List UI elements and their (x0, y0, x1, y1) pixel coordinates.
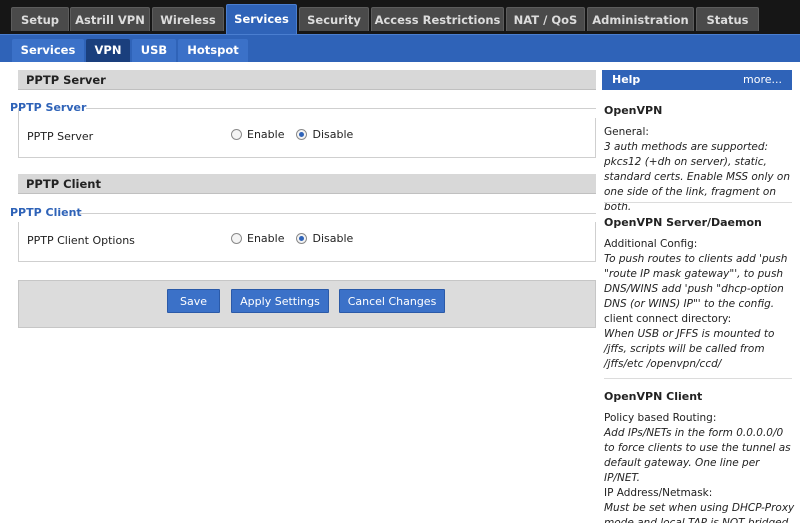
pptp-client-disable-radio[interactable] (296, 233, 308, 244)
pptp-server-enable-label: Enable (247, 128, 285, 141)
action-bar: Save Apply Settings Cancel Changes (18, 280, 596, 328)
pptp-server-disable-label: Disable (312, 128, 354, 141)
help-client-text2: Must be set when using DHCP-Proxy mode a… (604, 502, 795, 523)
help-client-label2: IP Address/Netmask: (604, 487, 713, 499)
help-divider (604, 202, 792, 203)
help-more-link[interactable]: more... (743, 70, 782, 90)
pptp-client-fieldset: PPTP Client Options Enable Disable (18, 222, 596, 262)
pptp-server-radio-group: Enable Disable (231, 128, 365, 141)
settings-area: PPTP Server PPTP Server PPTP Server Enab… (0, 62, 596, 523)
tab-services[interactable]: Services (226, 4, 297, 34)
cancel-changes-button[interactable]: Cancel Changes (339, 289, 445, 313)
help-panel: Help more... OpenVPN General: 3 auth met… (600, 62, 800, 523)
apply-settings-button[interactable]: Apply Settings (231, 289, 329, 313)
main-content: PPTP Server PPTP Server PPTP Server Enab… (0, 62, 800, 523)
tab-astrill-vpn[interactable]: Astrill VPN (70, 7, 150, 31)
subtab-services[interactable]: Services (12, 39, 84, 62)
pptp-client-enable-radio[interactable] (231, 233, 242, 244)
sub-nav: Services VPN USB Hotspot (0, 34, 800, 62)
pptp-client-enable-label: Enable (247, 232, 285, 245)
legend-divider (80, 213, 596, 214)
pptp-server-section-header: PPTP Server (18, 70, 596, 90)
help-header: Help more... (602, 70, 792, 90)
fieldset-edge (18, 108, 19, 118)
tab-nat-qos[interactable]: NAT / QoS (506, 7, 585, 31)
pptp-client-radio-group: Enable Disable (231, 232, 365, 245)
help-openvpn-label: General: (604, 126, 649, 138)
pptp-server-disable-radio[interactable] (296, 129, 308, 140)
help-server-text1: To push routes to clients add 'push "rou… (604, 253, 788, 310)
tab-security[interactable]: Security (299, 7, 369, 31)
subtab-vpn[interactable]: VPN (86, 39, 130, 62)
help-openvpn-client: OpenVPN Client Policy based Routing: Add… (604, 390, 796, 523)
pptp-server-row-label: PPTP Server (27, 130, 94, 143)
help-openvpn: OpenVPN General: 3 auth methods are supp… (604, 104, 796, 215)
tab-setup[interactable]: Setup (11, 7, 69, 31)
tab-administration[interactable]: Administration (587, 7, 694, 31)
help-server-label1: Additional Config: (604, 238, 698, 250)
tab-status[interactable]: Status (696, 7, 759, 31)
help-server-label2: client connect directory: (604, 313, 732, 325)
save-button[interactable]: Save (167, 289, 220, 313)
help-client-title: OpenVPN Client (604, 390, 703, 403)
pptp-server-enable-radio[interactable] (231, 129, 242, 140)
help-client-text1: Add IPs/NETs in the form 0.0.0.0/0 to fo… (604, 427, 791, 484)
help-title: Help (612, 73, 641, 86)
legend-divider (86, 108, 596, 109)
help-openvpn-title: OpenVPN (604, 104, 663, 117)
pptp-server-legend: PPTP Server (10, 101, 87, 114)
pptp-client-section-header: PPTP Client (18, 174, 596, 194)
pptp-client-disable-label: Disable (312, 232, 354, 245)
pptp-client-row-label: PPTP Client Options (27, 234, 135, 247)
help-client-label1: Policy based Routing: (604, 412, 717, 424)
pptp-server-fieldset: PPTP Server Enable Disable (18, 108, 596, 158)
help-divider (604, 378, 792, 379)
tab-access-restrictions[interactable]: Access Restrictions (371, 7, 504, 31)
subtab-hotspot[interactable]: Hotspot (178, 39, 248, 62)
help-openvpn-server: OpenVPN Server/Daemon Additional Config:… (604, 216, 796, 372)
help-server-text2: When USB or JFFS is mounted to /jffs, sc… (604, 328, 775, 370)
main-nav: Setup Astrill VPN Wireless Services Secu… (0, 0, 800, 34)
tab-wireless[interactable]: Wireless (152, 7, 224, 31)
subtab-usb[interactable]: USB (132, 39, 176, 62)
pptp-client-legend: PPTP Client (10, 206, 82, 219)
help-server-title: OpenVPN Server/Daemon (604, 216, 762, 229)
